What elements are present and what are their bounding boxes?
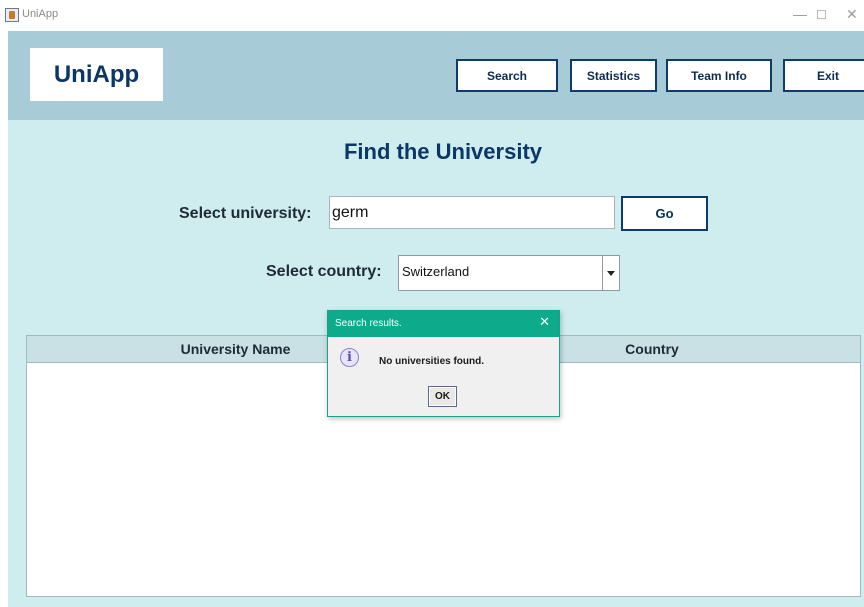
app-icon (5, 8, 19, 22)
statistics-nav-button[interactable]: Statistics (570, 59, 657, 92)
dialog-message: No universities found. (379, 356, 485, 367)
close-icon[interactable]: ✕ (846, 6, 858, 22)
team-info-nav-button[interactable]: Team Info (666, 59, 772, 92)
university-input[interactable] (329, 196, 615, 229)
dialog-title: Search results. (335, 318, 402, 329)
country-dropdown[interactable]: Switzerland (398, 255, 620, 291)
search-results-dialog: Search results. ✕ i No universities foun… (327, 310, 560, 417)
page-title: Find the University (343, 139, 543, 164)
search-nav-button[interactable]: Search (456, 59, 558, 92)
dialog-title-bar: Search results. ✕ (328, 311, 559, 337)
info-icon: i (340, 348, 359, 367)
dialog-close-icon[interactable]: ✕ (539, 314, 550, 330)
window-title: UniApp (22, 8, 59, 20)
go-button[interactable]: Go (621, 196, 708, 231)
header: UniApp Search Statistics Team Info Exit (8, 31, 864, 120)
chevron-down-icon[interactable] (602, 256, 619, 290)
ok-button[interactable]: OK (428, 386, 457, 407)
country-selected-value: Switzerland (402, 264, 470, 279)
exit-nav-button[interactable]: Exit (783, 59, 864, 92)
country-label: Select country: (266, 263, 382, 280)
logo: UniApp (30, 48, 163, 101)
logo-text: UniApp (53, 61, 140, 88)
window-title-bar: UniApp — ☐ ✕ (0, 0, 864, 31)
minimize-icon[interactable]: — (793, 6, 807, 22)
university-label: Select university: (179, 205, 312, 222)
maximize-icon[interactable]: ☐ (816, 7, 827, 23)
